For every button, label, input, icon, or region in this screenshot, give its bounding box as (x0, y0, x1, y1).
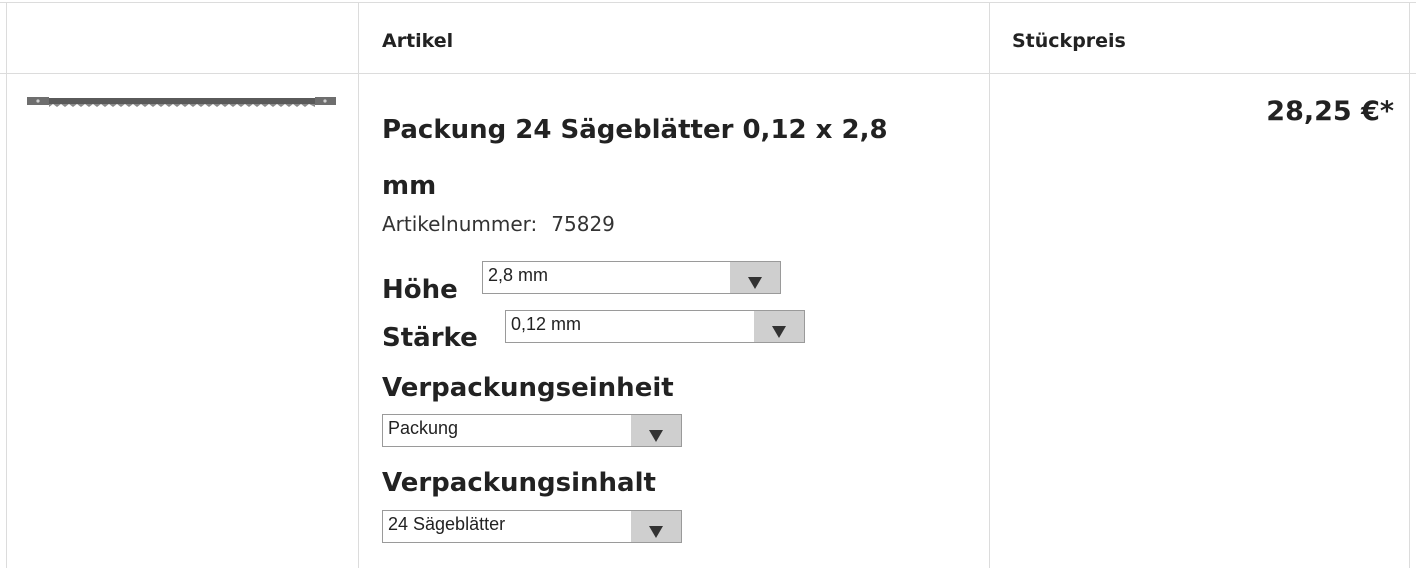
column-divider-4 (1409, 2, 1410, 568)
height-select-button[interactable] (730, 262, 780, 293)
option-label-height: Höhe (382, 275, 458, 305)
table-top-border (0, 2, 1416, 3)
unit-price: 28,25 €* (1266, 96, 1394, 127)
option-label-packaging-content: Verpackungsinhalt (382, 468, 656, 498)
thickness-select-value: 0,12 mm (511, 314, 582, 334)
header-article: Artikel (382, 30, 454, 52)
triangle-down-icon (649, 430, 663, 442)
header-unit-price: Stückpreis (1012, 30, 1126, 52)
article-number-row: Artikelnummer: 75829 (382, 212, 615, 236)
thickness-select-button[interactable] (754, 311, 804, 342)
cart-table: Artikel Stückpreis Packung 24 Sägeblätte… (0, 0, 1416, 568)
packaging-content-select-value: 24 Sägeblätter (388, 514, 506, 534)
column-divider-1 (6, 2, 7, 568)
packaging-unit-select[interactable]: Packung (382, 414, 682, 447)
height-select-value: 2,8 mm (488, 265, 549, 285)
option-label-packaging-unit: Verpackungseinheit (382, 373, 674, 403)
column-divider-3 (989, 2, 990, 568)
article-number-value: 75829 (551, 212, 615, 236)
packaging-content-select[interactable]: 24 Sägeblätter (382, 510, 682, 543)
article-number-label: Artikelnummer: (382, 212, 538, 236)
triangle-down-icon (772, 326, 786, 338)
packaging-content-select-button[interactable] (631, 511, 681, 542)
option-label-thickness: Stärke (382, 323, 478, 353)
height-select[interactable]: 2,8 mm (482, 261, 781, 294)
packaging-unit-select-button[interactable] (631, 415, 681, 446)
thickness-select[interactable]: 0,12 mm (505, 310, 805, 343)
saw-blade-image[interactable] (27, 97, 336, 109)
column-divider-2 (358, 2, 359, 568)
product-title[interactable]: Packung 24 Sägeblätter 0,12 x 2,8 mm (382, 102, 942, 214)
triangle-down-icon (649, 526, 663, 538)
triangle-down-icon (748, 277, 762, 289)
packaging-unit-select-value: Packung (388, 418, 459, 438)
header-divider (0, 73, 1416, 74)
